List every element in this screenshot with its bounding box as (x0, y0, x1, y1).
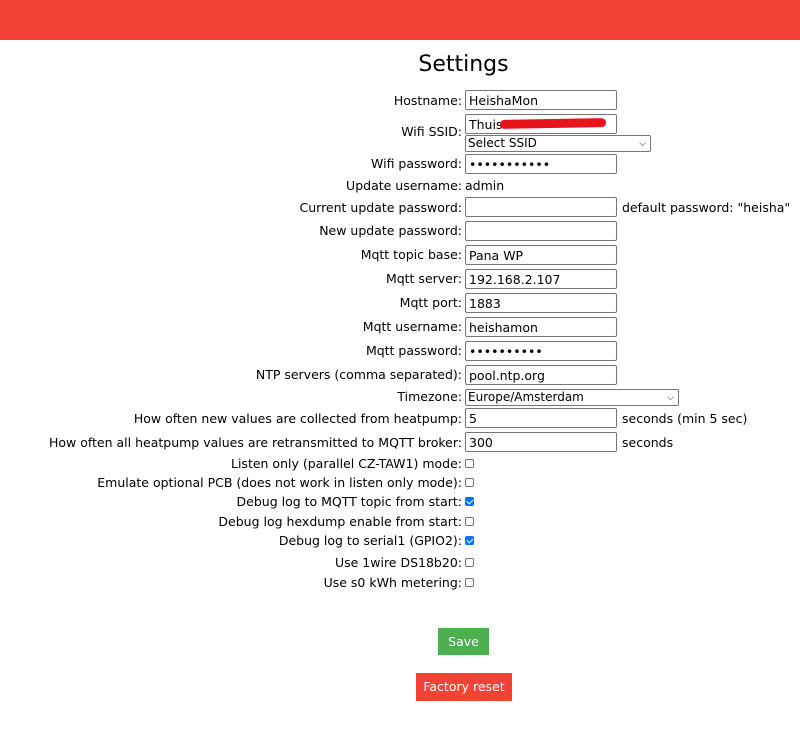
wifi-password-label: Wifi password: (371, 156, 462, 171)
timezone-select[interactable]: Europe/Amsterdam ⌵ (465, 389, 679, 406)
new-update-password-label: New update password: (319, 223, 462, 238)
debug-mqtt-checkbox[interactable] (465, 497, 474, 506)
mqtt-username-input[interactable] (465, 317, 617, 337)
ntp-servers-input[interactable] (465, 365, 617, 385)
onewire-label: Use 1wire DS18b20: (334, 555, 462, 570)
update-username-label: Update username: (346, 178, 462, 193)
update-username-value: admin (465, 178, 505, 193)
mqtt-server-input[interactable] (465, 269, 617, 289)
select-ssid-dropdown[interactable]: Select SSID ⌵ (465, 135, 651, 152)
collect-interval-note: seconds (min 5 sec) (622, 411, 748, 426)
current-update-password-input[interactable] (465, 197, 617, 217)
retransmit-interval-label: How often all heatpump values are retran… (48, 435, 462, 450)
page-title: Settings (418, 52, 509, 77)
timezone-label: Timezone: (397, 389, 462, 404)
mqtt-server-label: Mqtt server: (385, 271, 462, 286)
top-bar (0, 0, 800, 40)
mqtt-username-label: Mqtt username: (362, 319, 462, 334)
wifi-ssid-label: Wifi SSID: (401, 124, 462, 139)
save-button[interactable]: Save (438, 628, 489, 655)
current-update-password-label: Current update password: (299, 200, 463, 215)
mqtt-password-input[interactable] (465, 341, 617, 361)
redaction-mark (499, 118, 607, 129)
collect-interval-label: How often new values are collected from … (133, 411, 462, 426)
debug-serial-label: Debug log to serial1 (GPIO2): (278, 533, 462, 548)
default-password-note: default password: "heisha" (622, 200, 791, 215)
mqtt-topic-base-input[interactable] (465, 245, 617, 265)
collect-interval-input[interactable] (465, 408, 617, 428)
hostname-input[interactable] (465, 90, 617, 110)
new-update-password-input[interactable] (465, 221, 617, 241)
listen-only-label: Listen only (parallel CZ-TAW1) mode: (231, 456, 462, 471)
ntp-servers-label: NTP servers (comma separated): (255, 367, 462, 382)
emulate-pcb-label: Emulate optional PCB (does not work in l… (97, 475, 462, 490)
mqtt-port-label: Mqtt port: (399, 295, 462, 310)
select-ssid-value: Select SSID (468, 136, 537, 150)
chevron-down-icon: ⌵ (667, 393, 674, 403)
s0-metering-label: Use s0 kWh metering: (323, 575, 462, 590)
mqtt-password-label: Mqtt password: (365, 343, 462, 358)
debug-hexdump-checkbox[interactable] (465, 517, 474, 526)
emulate-pcb-checkbox[interactable] (465, 478, 474, 487)
debug-mqtt-label: Debug log to MQTT topic from start: (236, 494, 462, 509)
onewire-checkbox[interactable] (465, 558, 474, 567)
mqtt-topic-base-label: Mqtt topic base: (360, 247, 462, 262)
s0-metering-checkbox[interactable] (465, 578, 474, 587)
chevron-down-icon: ⌵ (639, 139, 646, 149)
retransmit-interval-note: seconds (622, 435, 674, 450)
hostname-label: Hostname: (393, 93, 462, 108)
timezone-value: Europe/Amsterdam (468, 390, 584, 404)
debug-hexdump-label: Debug log hexdump enable from start: (218, 514, 462, 529)
factory-reset-button[interactable]: Factory reset (416, 673, 512, 701)
listen-only-checkbox[interactable] (465, 459, 474, 468)
debug-serial-checkbox[interactable] (465, 536, 474, 545)
retransmit-interval-input[interactable] (465, 432, 617, 452)
mqtt-port-input[interactable] (465, 293, 617, 313)
wifi-password-input[interactable] (465, 154, 617, 174)
